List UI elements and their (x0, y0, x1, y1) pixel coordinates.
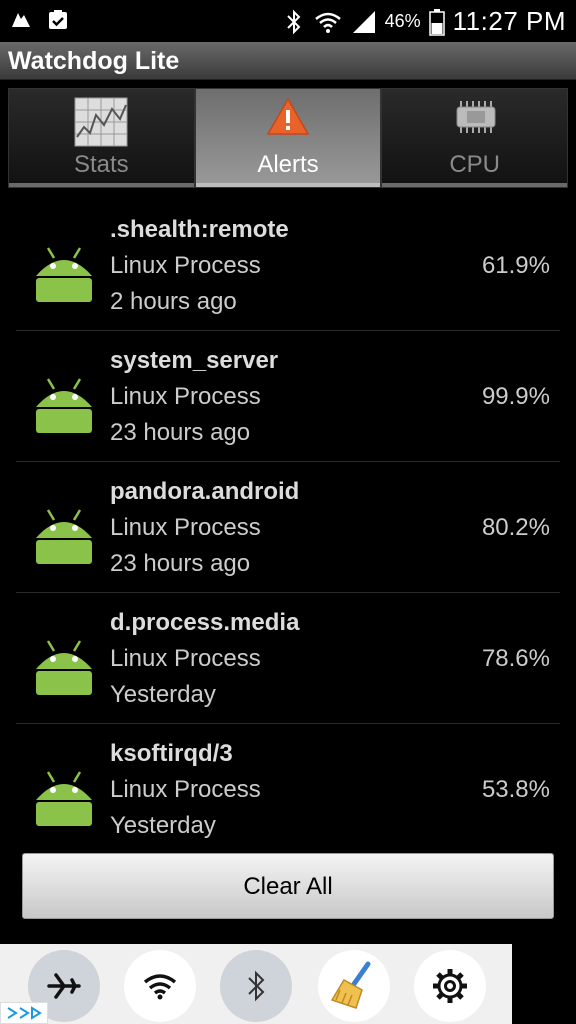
wifi-icon (143, 974, 177, 1000)
chip-icon (456, 101, 496, 133)
list-item[interactable]: .shealth:remote Linux Process 2 hours ag… (16, 200, 560, 331)
broom-icon (330, 961, 371, 1009)
tab-stats[interactable]: Stats (8, 88, 195, 188)
shortcut-ad-bar (0, 944, 512, 1024)
list-item[interactable]: pandora.android Linux Process 23 hours a… (16, 462, 560, 593)
process-type: Linux Process (110, 514, 261, 541)
list-item[interactable]: system_server Linux Process 23 hours ago… (16, 331, 560, 462)
app-title-bar: Watchdog Lite (0, 42, 576, 80)
ad-choices-badge[interactable] (0, 1002, 48, 1024)
cpu-percent: 61.9% (481, 252, 550, 279)
status-bar: 46% 11:27 PM (0, 0, 576, 42)
status-bar-notifications (10, 8, 70, 32)
process-type: Linux Process (110, 252, 261, 279)
alert-time: Yesterday (110, 681, 216, 708)
android-icon (36, 771, 92, 826)
wifi-status-icon (314, 12, 341, 33)
tab-underline (9, 183, 194, 187)
tab-alerts[interactable]: Alerts (194, 88, 382, 188)
notification-app-icon (12, 13, 30, 27)
tab-label: Alerts (257, 151, 319, 178)
alert-time: 2 hours ago (110, 288, 237, 315)
alert-time: 23 hours ago (110, 550, 251, 577)
tab-bar: Stats Alerts CPU (8, 88, 569, 188)
list-item[interactable]: d.process.media Linux Process Yesterday … (16, 593, 560, 724)
cpu-percent: 99.9% (481, 383, 550, 410)
settings-shortcut[interactable] (414, 950, 486, 1022)
cpu-percent: 78.6% (481, 645, 550, 672)
process-name: system_server (110, 347, 279, 374)
android-icon (36, 247, 92, 302)
android-icon (36, 378, 92, 433)
bluetooth-status-icon (286, 9, 301, 34)
bluetooth-toggle[interactable] (220, 950, 292, 1022)
list-item[interactable]: ksoftirqd/3 Linux Process Yesterday 53.8… (16, 724, 560, 840)
tab-underline (195, 183, 381, 187)
process-name: .shealth:remote (110, 216, 289, 243)
process-type: Linux Process (110, 645, 261, 672)
bluetooth-icon (248, 970, 265, 1002)
process-type: Linux Process (110, 383, 261, 410)
clock: 11:27 PM (452, 6, 566, 36)
android-icon (36, 640, 92, 695)
cleaner-shortcut[interactable] (318, 950, 390, 1022)
wifi-toggle[interactable] (124, 950, 196, 1022)
tab-label: Stats (73, 151, 129, 178)
battery-icon (428, 8, 445, 36)
ad-choices-icon (7, 1006, 42, 1020)
android-icon (36, 509, 92, 564)
alert-time: 23 hours ago (110, 419, 251, 446)
warning-icon (266, 97, 310, 135)
process-type: Linux Process (110, 776, 261, 803)
clear-all-button[interactable]: Clear All (22, 853, 554, 919)
clipboard-check-icon (49, 10, 67, 29)
alert-list[interactable]: .shealth:remote Linux Process 2 hours ag… (16, 200, 560, 840)
app-title: Watchdog Lite (8, 47, 180, 75)
signal-icon (352, 10, 375, 33)
process-name: ksoftirqd/3 (110, 740, 233, 767)
tab-cpu[interactable]: CPU (381, 88, 569, 188)
chart-icon (74, 97, 128, 147)
cpu-percent: 53.8% (481, 776, 550, 803)
tab-underline (382, 183, 568, 187)
gear-icon (433, 969, 467, 1003)
battery-percent: 46% (384, 11, 421, 31)
process-name: pandora.android (110, 478, 300, 505)
airplane-icon (47, 973, 81, 999)
alert-time: Yesterday (110, 812, 216, 839)
process-name: d.process.media (110, 609, 300, 636)
cpu-percent: 80.2% (481, 514, 550, 541)
tab-label: CPU (449, 151, 501, 178)
